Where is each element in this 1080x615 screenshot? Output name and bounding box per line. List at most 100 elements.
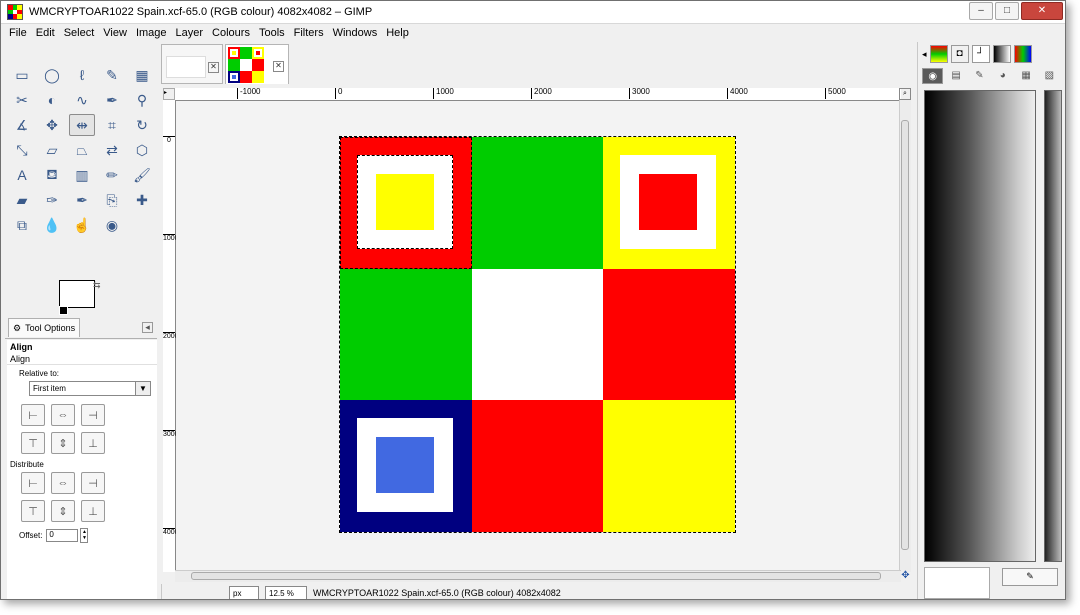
fuzzy-select-icon[interactable]: ✎ (99, 64, 125, 86)
close-button[interactable]: ✕ (1021, 2, 1063, 20)
horizontal-scrollbar[interactable] (175, 570, 901, 582)
image-canvas[interactable] (339, 136, 736, 533)
brush-icon[interactable]: ◘ (950, 45, 969, 63)
color-select-icon[interactable]: ▦ (129, 64, 155, 86)
palette-icon[interactable] (1013, 45, 1032, 63)
free-select-icon[interactable]: ℓ (69, 64, 95, 86)
distribute-center-button[interactable]: ⇔ (51, 472, 75, 494)
scissors-icon[interactable]: ✂ (9, 89, 35, 111)
relative-to-select[interactable]: First item ▼ (29, 381, 151, 396)
distribute-left-button[interactable]: ⊢ (21, 472, 45, 494)
tab-menu-icon[interactable]: ◂ (142, 322, 153, 333)
menu-colours[interactable]: Colours (212, 27, 250, 39)
align-bottom-edge-button[interactable]: ⊥ (81, 432, 105, 454)
align-top-edge-button[interactable]: ⊤ (21, 432, 45, 454)
text-icon[interactable]: A (9, 164, 35, 186)
paths-icon[interactable]: ∿ (69, 89, 95, 111)
minimize-button[interactable]: – (969, 2, 993, 20)
unit-select[interactable]: px (229, 585, 259, 599)
foreground-color-swatch[interactable] (59, 280, 95, 308)
heal-icon[interactable]: ✚ (129, 189, 155, 211)
clone-icon[interactable]: ⎘ (99, 189, 125, 211)
pattern-icon[interactable]: ┘ (971, 45, 990, 63)
distribute-right-button[interactable]: ⊣ (81, 472, 105, 494)
zoom-select[interactable]: 12.5 % (265, 585, 307, 599)
vertical-scroll-thumb[interactable] (901, 120, 909, 550)
zoom-icon[interactable]: ⚲ (129, 89, 155, 111)
ink-icon[interactable]: ✒ (69, 189, 95, 211)
close-tab-icon[interactable]: ✕ (273, 61, 284, 72)
menu-windows[interactable]: Windows (333, 27, 378, 39)
reset-colors-icon[interactable] (59, 306, 68, 315)
horizontal-scroll-thumb[interactable] (191, 572, 881, 580)
offset-input[interactable]: 0 (46, 529, 79, 542)
tab-colors[interactable]: ◕ (992, 68, 1013, 84)
zoom-toggle-icon[interactable]: ⌕ (899, 88, 911, 100)
menu-image[interactable]: Image (136, 27, 167, 39)
tab-gimp-wilber[interactable]: ◉ (922, 68, 944, 84)
distribute-top-button[interactable]: ⊤ (21, 500, 45, 522)
distribute-middle-button[interactable]: ⇕ (51, 500, 75, 522)
airbrush-icon[interactable]: ✑ (39, 189, 65, 211)
gradient-icon[interactable] (992, 45, 1011, 63)
tab-brushes[interactable]: ✎ (969, 68, 990, 84)
gradient-list[interactable] (1044, 90, 1062, 562)
maximize-button[interactable]: □ (995, 2, 1019, 20)
rotate-icon[interactable]: ↻ (129, 114, 155, 136)
close-tab-icon[interactable]: ✕ (208, 62, 219, 73)
eraser-icon[interactable]: ▰ (9, 189, 35, 211)
vertical-ruler[interactable]: 0 1000 2000 3000 4000 (163, 100, 179, 572)
tab-tool-options[interactable]: ⚙ Tool Options (8, 318, 80, 337)
menu-view[interactable]: View (103, 27, 127, 39)
image-tab-1[interactable]: ✕ (161, 44, 223, 84)
vertical-scrollbar[interactable] (899, 100, 911, 572)
tab-palettes[interactable]: ▦ (1015, 68, 1036, 84)
tab-fonts[interactable]: ▧ (1039, 68, 1060, 84)
shear-icon[interactable]: ▱ (39, 139, 65, 161)
menu-edit[interactable]: Edit (36, 27, 55, 39)
color-picker-icon[interactable]: ✒ (99, 89, 125, 111)
tab-document-history[interactable]: ▤ (945, 68, 966, 84)
align-right-edge-button[interactable]: ⊣ (81, 404, 105, 426)
foreground-select-icon[interactable]: ◐ (39, 89, 65, 111)
menu-filters[interactable]: Filters (294, 27, 324, 39)
dodge-burn-icon[interactable]: ◉ (99, 214, 125, 236)
align-left-edge-button[interactable]: ⊢ (21, 404, 45, 426)
ruler-corner-button[interactable]: ▸ (163, 88, 175, 100)
swap-colors-icon[interactable]: ⇆ (93, 280, 101, 291)
paintbrush-icon[interactable]: 🖌 (129, 164, 155, 186)
align-middle-vertical-button[interactable]: ⇕ (51, 432, 75, 454)
rect-select-icon[interactable]: ▭ (9, 64, 35, 86)
flip-icon[interactable]: ⇄ (99, 139, 125, 161)
bucket-fill-icon[interactable]: ⛾ (39, 164, 65, 186)
cage-icon[interactable]: ⬡ (129, 139, 155, 161)
menu-layer[interactable]: Layer (176, 27, 204, 39)
horizontal-ruler[interactable]: -1000 0 1000 2000 3000 4000 5000 (175, 88, 901, 101)
blend-icon[interactable]: ▥ (69, 164, 95, 186)
navigate-icon[interactable]: ✥ (900, 571, 911, 582)
edit-button[interactable]: ✎ (1002, 568, 1058, 586)
crop-icon[interactable]: ⌗ (99, 114, 125, 136)
menu-file[interactable]: File (9, 27, 27, 39)
menu-tools[interactable]: Tools (259, 27, 285, 39)
perspective-icon[interactable]: ⏢ (69, 139, 95, 161)
move-icon[interactable]: ✥ (39, 114, 65, 136)
align-icon[interactable]: ⇹ (69, 114, 95, 136)
fg-bg-colors[interactable]: ⇆ (59, 280, 105, 317)
pencil-icon[interactable]: ✏ (99, 164, 125, 186)
image-tab-2[interactable]: ✕ (225, 44, 289, 84)
menu-select[interactable]: Select (64, 27, 95, 39)
menu-help[interactable]: Help (386, 27, 409, 39)
scale-icon[interactable]: ⤡ (9, 139, 35, 161)
align-center-horizontal-button[interactable]: ⇔ (51, 404, 75, 426)
dock-menu-icon[interactable]: ◂ (922, 49, 927, 60)
image-selector-icon[interactable] (929, 45, 948, 63)
distribute-bottom-button[interactable]: ⊥ (81, 500, 105, 522)
gradient-preview[interactable] (924, 90, 1036, 562)
ellipse-select-icon[interactable]: ◯ (39, 64, 65, 86)
offset-spinner[interactable]: ▲ ▼ (80, 528, 89, 543)
smudge-icon[interactable]: ☝ (69, 214, 95, 236)
measure-icon[interactable]: ∡ (9, 114, 35, 136)
brush-preview[interactable] (924, 567, 990, 599)
blur-icon[interactable]: 💧 (39, 214, 65, 236)
